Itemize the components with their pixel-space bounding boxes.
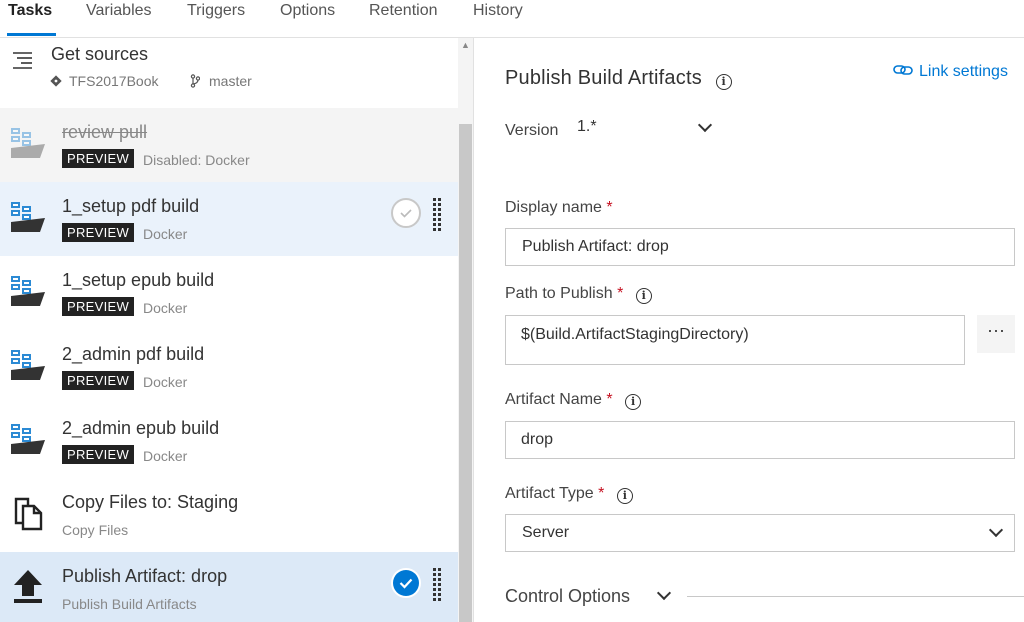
artifact-name-label: Artifact Name * i [505,391,642,410]
display-name-label: Display name * [505,199,613,217]
get-sources-item[interactable]: Get sources TFS2017Book master [0,38,458,108]
docker-icon [11,202,45,232]
branch-label: master [209,73,252,89]
info-icon[interactable]: i [635,288,652,304]
copy-files-icon [14,497,43,531]
chevron-down-icon[interactable] [656,585,672,601]
artifact-type-label-text: Artifact Type [505,485,594,502]
task-item[interactable]: review pull PREVIEW Disabled: Docker [0,108,458,182]
link-settings-link[interactable]: Link settings [893,63,1008,81]
task-item[interactable]: 2_admin epub build PREVIEW Docker [0,404,458,478]
task-subtitle: Disabled: Docker [143,152,250,168]
preview-badge: PREVIEW [62,149,135,168]
task-title: 1_setup epub build [62,270,215,290]
docker-icon [11,424,45,454]
artifact-name-field[interactable]: drop [505,421,1015,459]
drag-handle-icon[interactable] [431,568,443,602]
version-label: Version [505,122,559,139]
task-title: 1_setup pdf build [62,196,200,216]
preview-badge: PREVIEW [62,371,135,390]
artifact-type-label: Artifact Type * i [505,485,633,504]
task-details-title: Publish Build Artifacts i [505,67,732,90]
task-title: review pull [62,122,148,142]
docker-icon [11,128,45,158]
enable-checkbox[interactable] [391,198,421,228]
required-marker: * [606,199,613,216]
tab-bar: Tasks Variables Triggers Options Retenti… [0,0,1024,38]
chevron-down-icon [697,117,713,133]
display-name-field[interactable]: Publish Artifact: drop [505,228,1015,266]
task-list: Get sources TFS2017Book master review pu… [0,38,458,622]
chevron-down-icon [988,522,1004,538]
enabled-check-icon [393,570,419,596]
preview-badge: PREVIEW [62,445,135,464]
tab-triggers[interactable]: Triggers [187,2,245,20]
task-item[interactable]: 1_setup pdf build PREVIEW Docker [0,182,458,256]
upload-icon [14,570,42,603]
task-title: Publish Artifact: drop [62,566,228,586]
task-subtitle: Copy Files [62,522,129,538]
tab-history[interactable]: History [473,2,523,20]
link-icon [893,65,913,75]
tab-options[interactable]: Options [280,2,335,20]
docker-icon [11,350,45,380]
path-to-publish-field[interactable]: $(Build.ArtifactStagingDirectory) [505,315,965,365]
task-title: Copy Files to: Staging [62,492,239,512]
task-subtitle: Docker [143,226,188,242]
task-subtitle: Docker [143,300,188,316]
task-item[interactable]: Copy Files to: Staging Copy Files [0,478,458,552]
branch-icon [190,74,201,88]
task-title: 2_admin pdf build [62,344,205,364]
task-subtitle: Publish Build Artifacts [62,596,197,612]
branch-name: master [190,73,252,89]
display-name-label-text: Display name [505,199,602,216]
artifact-type-value: Server [522,524,570,541]
repository-name: TFS2017Book [50,73,159,89]
task-details-title-text: Publish Build Artifacts [505,67,702,89]
control-options-label: Control Options [505,586,631,606]
tab-variables[interactable]: Variables [86,2,152,20]
artifact-name-label-text: Artifact Name [505,391,602,408]
get-sources-title: Get sources [51,44,149,64]
path-to-publish-label: Path to Publish * i [505,285,652,304]
required-marker: * [617,285,624,302]
tab-retention[interactable]: Retention [369,2,438,20]
task-item[interactable]: 1_setup epub build PREVIEW Docker [0,256,458,330]
control-options-header[interactable]: Control Options [505,586,630,607]
preview-badge: PREVIEW [62,297,135,316]
preview-badge: PREVIEW [62,223,135,242]
scrollbar-thumb[interactable] [459,124,472,622]
task-subtitle: Docker [143,374,188,390]
tab-tasks[interactable]: Tasks [8,2,52,20]
browse-path-button[interactable]: ··· [977,315,1015,353]
section-divider [687,596,1024,597]
git-repo-icon [50,75,62,87]
info-icon[interactable]: i [715,74,732,90]
repo-label: TFS2017Book [69,73,159,89]
task-subtitle: Docker [143,448,188,464]
scrollbar[interactable]: ▲ [458,38,474,622]
info-icon[interactable]: i [616,488,633,504]
task-details-pane: Publish Build Artifacts i Link settings … [475,38,1024,622]
drag-handle-icon[interactable] [431,198,443,232]
docker-icon [11,276,45,306]
info-icon[interactable]: i [625,394,642,410]
path-to-publish-label-text: Path to Publish [505,285,613,302]
task-title: 2_admin epub build [62,418,220,438]
task-item[interactable]: 2_admin pdf build PREVIEW Docker [0,330,458,404]
check-icon [400,209,412,218]
version-select[interactable]: 1.* [577,117,717,142]
link-settings-label: Link settings [919,63,1008,80]
sources-icon [13,52,32,69]
artifact-type-select[interactable]: Server [505,514,1015,552]
task-item[interactable]: Publish Artifact: drop Publish Build Art… [0,552,458,622]
active-tab-indicator [7,33,56,36]
required-marker: * [598,485,605,502]
required-marker: * [606,391,613,408]
version-value: 1.* [577,118,597,135]
scroll-up-icon[interactable]: ▲ [461,40,470,50]
